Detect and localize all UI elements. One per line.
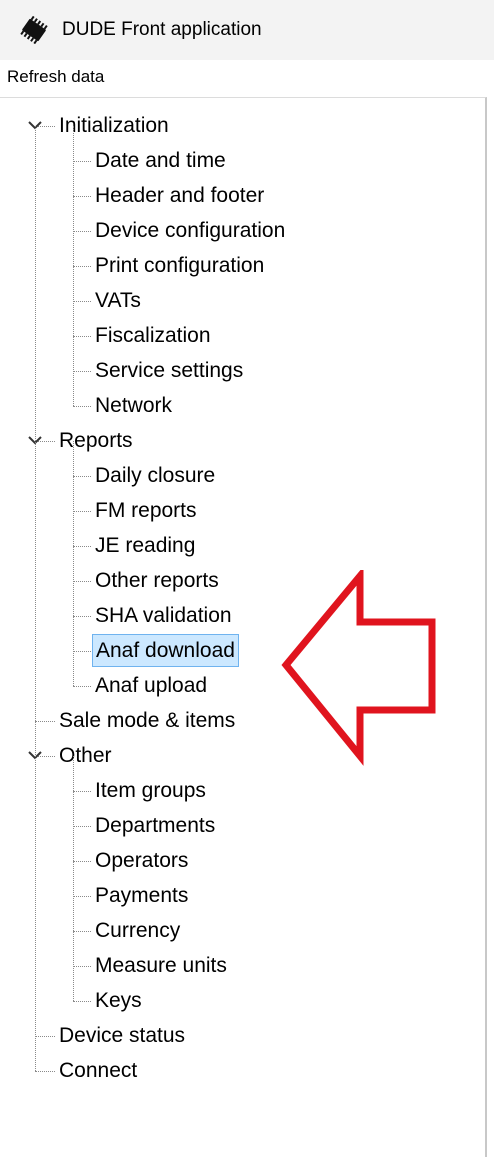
tree-item-label: Departments [95,814,216,837]
tree-item-label: Date and time [95,149,226,172]
tree-item-fiscalization[interactable]: Fiscalization [92,318,214,353]
tree-item-label: Operators [95,849,189,872]
tree-connector [73,160,91,162]
tree-connector [73,335,91,337]
tree-item-label: Anaf upload [95,674,208,697]
window-title: DUDE Front application [62,19,262,40]
tree-item-fm-reports[interactable]: FM reports [92,493,200,528]
tree-connector [73,860,91,862]
tree-connector [73,265,91,267]
tree-guide-line [73,125,74,406]
chip-icon [20,16,48,44]
tree-item-header-and-footer[interactable]: Header and footer [92,178,267,213]
tree-item-print-configuration[interactable]: Print configuration [92,248,267,283]
tree-item-anaf-download[interactable]: Anaf download [92,633,239,668]
tree-connector [73,510,91,512]
tree-item-label: Fiscalization [95,324,211,347]
tree-item-label: Other [59,744,112,767]
tree-item-label: Service settings [95,359,244,382]
tree-item-service-settings[interactable]: Service settings [92,353,246,388]
tree-item-vats[interactable]: VATs [92,283,144,318]
tree-item-currency[interactable]: Currency [92,913,183,948]
tree-item-label: Device status [59,1024,186,1047]
tree-item-sale-mode-items[interactable]: Sale mode & items [56,703,238,738]
tree-item-network[interactable]: Network [92,388,175,423]
tree-item-reports[interactable]: Reports [56,423,136,458]
tree-connector [73,230,91,232]
tree-connector [73,895,91,897]
tree-guide-line [35,125,36,1071]
navigation-tree[interactable]: Initialization Date and time Header and fo… [0,97,487,1157]
tree-connector [73,930,91,932]
tree-item-label: Connect [59,1059,138,1082]
tree-item-label: JE reading [95,534,196,557]
tree-connector [73,300,91,302]
tree-item-label: Item groups [95,779,206,802]
tree-item-sha-validation[interactable]: SHA validation [92,598,235,633]
tree-item-label: Header and footer [95,184,265,207]
tree-connector [73,580,91,582]
tree-item-label: Daily closure [95,464,216,487]
tree-connector [73,370,91,372]
tree-connector [73,965,91,967]
tree-item-label: SHA validation [95,604,232,627]
tree-connector [73,650,91,652]
tree-item-payments[interactable]: Payments [92,878,191,913]
tree-connector [73,685,91,687]
tree-item-measure-units[interactable]: Measure units [92,948,230,983]
tree-item-label: VATs [95,289,141,312]
tree-connector [73,825,91,827]
tree-item-label: Reports [59,429,133,452]
tree-connector [35,720,55,722]
tree-connector [73,615,91,617]
refresh-data-menu[interactable]: Refresh data [7,66,104,88]
tree-item-label: FM reports [95,499,197,522]
tree-connector [73,545,91,547]
tree-connector [73,405,91,407]
tree-item-label: Measure units [95,954,227,977]
tree-guide-line [73,755,74,1001]
tree-item-label: Keys [95,989,142,1012]
tree-item-departments[interactable]: Departments [92,808,218,843]
tree-item-label: Currency [95,919,181,942]
tree-item-label: Device configuration [95,219,286,242]
tree-item-device-status[interactable]: Device status [56,1018,188,1053]
tree-item-label: Sale mode & items [59,709,236,732]
tree-item-je-reading[interactable]: JE reading [92,528,198,563]
tree-item-item-groups[interactable]: Item groups [92,773,209,808]
tree-item-device-configuration[interactable]: Device configuration [92,213,288,248]
tree-item-label: Other reports [95,569,219,592]
tree-item-label: Anaf download [92,634,239,667]
tree-connector [73,790,91,792]
title-bar: DUDE Front application [0,0,494,60]
tree-connector [73,195,91,197]
tree-item-other-reports[interactable]: Other reports [92,563,222,598]
tree-item-daily-closure[interactable]: Daily closure [92,458,218,493]
tree-item-label: Print configuration [95,254,265,277]
tree-item-label: Network [95,394,173,417]
tree-connector [73,475,91,477]
tree-guide-line [73,440,74,686]
tree-item-connect[interactable]: Connect [56,1053,140,1088]
tree-connector [35,1035,55,1037]
tree-item-anaf-upload[interactable]: Anaf upload [92,668,210,703]
tree-item-label: Payments [95,884,189,907]
tree-item-operators[interactable]: Operators [92,843,191,878]
tree-connector [35,1070,55,1072]
tree-item-other[interactable]: Other [56,738,115,773]
tree-connector [73,1000,91,1002]
tree-item-keys[interactable]: Keys [92,983,145,1018]
tree-item-date-and-time[interactable]: Date and time [92,143,229,178]
